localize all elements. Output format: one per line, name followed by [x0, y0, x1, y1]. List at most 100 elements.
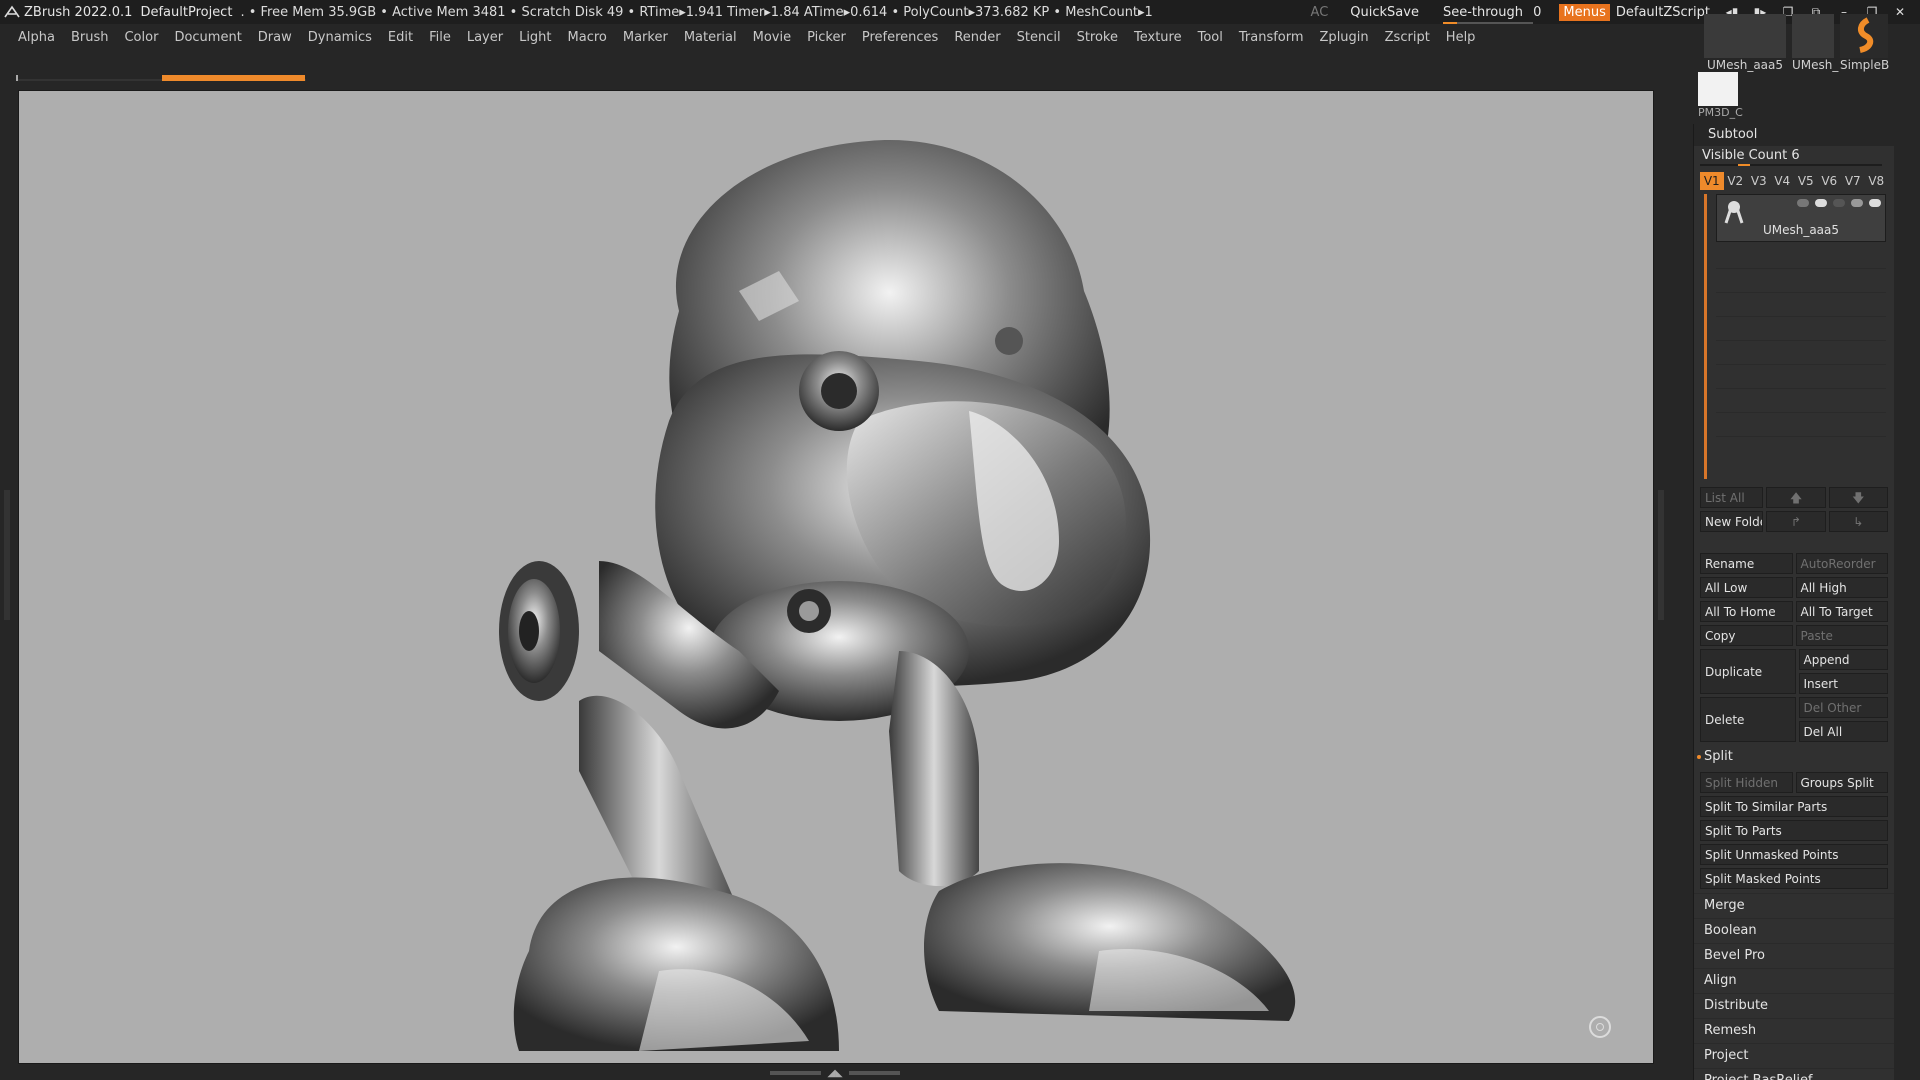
- brush-icon[interactable]: [1851, 199, 1863, 207]
- menu-zscript[interactable]: Zscript: [1385, 30, 1430, 45]
- groups-split-button[interactable]: Groups Split: [1795, 772, 1888, 793]
- menu-draw[interactable]: Draw: [258, 30, 292, 45]
- tool-thumb-umesh[interactable]: UMesh_: [1792, 14, 1838, 72]
- split-hidden-button[interactable]: Split Hidden: [1700, 772, 1793, 793]
- quicksave-button[interactable]: QuickSave: [1350, 5, 1419, 20]
- menu-preferences[interactable]: Preferences: [862, 30, 938, 45]
- rename-button[interactable]: Rename: [1700, 553, 1793, 574]
- move-up-icon[interactable]: 🡅: [1766, 487, 1826, 508]
- del-other-button[interactable]: Del Other: [1798, 697, 1888, 718]
- version-tab-v4[interactable]: V4: [1771, 172, 1795, 190]
- simplebrush-icon: [1840, 14, 1888, 58]
- del-all-button[interactable]: Del All: [1798, 721, 1888, 742]
- menu-brush[interactable]: Brush: [71, 30, 109, 45]
- tray-arrows-icon: ◢◣: [827, 1067, 843, 1079]
- menu-help[interactable]: Help: [1446, 30, 1476, 45]
- split-similar-parts-button[interactable]: Split To Similar Parts: [1700, 796, 1888, 817]
- menu-stroke[interactable]: Stroke: [1077, 30, 1118, 45]
- bottom-tray-handle[interactable]: ◢◣: [770, 1067, 901, 1079]
- all-high-button[interactable]: All High: [1795, 577, 1888, 598]
- version-tab-v8[interactable]: V8: [1865, 172, 1889, 190]
- menu-color[interactable]: Color: [124, 30, 158, 45]
- menu-zplugin[interactable]: Zplugin: [1320, 30, 1369, 45]
- menu-dynamics[interactable]: Dynamics: [308, 30, 372, 45]
- all-low-button[interactable]: All Low: [1700, 577, 1793, 598]
- insert-button[interactable]: Insert: [1798, 673, 1888, 694]
- tool-thumb-simplebrush[interactable]: SimpleB: [1840, 14, 1889, 72]
- version-tab-v3[interactable]: V3: [1747, 172, 1771, 190]
- version-tab-v7[interactable]: V7: [1841, 172, 1865, 190]
- see-through-slider[interactable]: See-through 0: [1442, 5, 1541, 24]
- section-merge[interactable]: Merge: [1694, 893, 1894, 918]
- menu-movie[interactable]: Movie: [753, 30, 791, 45]
- ac-toggle[interactable]: AC: [1311, 5, 1329, 20]
- polypaint-toggle-icon[interactable]: [1797, 199, 1809, 207]
- section-remesh[interactable]: Remesh: [1694, 1018, 1894, 1043]
- menu-edit[interactable]: Edit: [388, 30, 413, 45]
- subtool-scrollbar[interactable]: [1704, 194, 1707, 479]
- right-tray-toggle[interactable]: [1658, 490, 1664, 620]
- section-distribute[interactable]: Distribute: [1694, 993, 1894, 1018]
- subtool-header[interactable]: Subtool: [1694, 124, 1894, 146]
- navigation-ring-icon[interactable]: [1589, 1016, 1611, 1038]
- visibility-toggle-icon[interactable]: [1815, 199, 1827, 207]
- menu-document[interactable]: Document: [174, 30, 241, 45]
- all-to-home-button[interactable]: All To Home: [1700, 601, 1793, 622]
- section-boolean[interactable]: Boolean: [1694, 918, 1894, 943]
- menu-picker[interactable]: Picker: [807, 30, 846, 45]
- robot-thumbnail-icon: [1704, 14, 1786, 58]
- eye-icon[interactable]: [1869, 199, 1881, 207]
- append-button[interactable]: Append: [1798, 649, 1888, 670]
- split-masked-button[interactable]: Split Masked Points: [1700, 868, 1888, 889]
- pm3d-thumbnail-icon: [1698, 72, 1738, 106]
- section-project-basrelief[interactable]: Project BasRelief: [1694, 1068, 1894, 1080]
- robot-small-thumbnail-icon: [1792, 14, 1834, 58]
- menu-texture[interactable]: Texture: [1134, 30, 1182, 45]
- arrow-down-right-icon[interactable]: ↳: [1828, 511, 1888, 532]
- autoreorder-button[interactable]: AutoReorder: [1795, 553, 1888, 574]
- tool-thumb-pm3d[interactable]: PM3D_C: [1698, 72, 1743, 119]
- menu-marker[interactable]: Marker: [623, 30, 668, 45]
- visible-count-slider[interactable]: Visible Count 6: [1694, 146, 1894, 166]
- section-bevel-pro[interactable]: Bevel Pro: [1694, 943, 1894, 968]
- subtool-item[interactable]: UMesh_aaa5: [1716, 194, 1886, 242]
- menu-material[interactable]: Material: [684, 30, 737, 45]
- copy-button[interactable]: Copy: [1700, 625, 1793, 646]
- paste-button[interactable]: Paste: [1795, 625, 1888, 646]
- version-tab-v1[interactable]: V1: [1700, 172, 1724, 190]
- active-document-tab[interactable]: [162, 75, 305, 81]
- version-tab-v2[interactable]: V2: [1724, 172, 1748, 190]
- list-all-button[interactable]: List All: [1700, 487, 1764, 508]
- menu-stencil[interactable]: Stencil: [1017, 30, 1061, 45]
- section-align[interactable]: Align: [1694, 968, 1894, 993]
- split-section-header[interactable]: Split: [1694, 745, 1894, 769]
- menu-transform[interactable]: Transform: [1239, 30, 1304, 45]
- section-project[interactable]: Project: [1694, 1043, 1894, 1068]
- new-folder-button[interactable]: New Folder: [1700, 511, 1764, 532]
- menus-toggle[interactable]: Menus: [1559, 3, 1610, 21]
- all-to-target-button[interactable]: All To Target: [1795, 601, 1888, 622]
- menu-file[interactable]: File: [429, 30, 451, 45]
- menu-macro[interactable]: Macro: [568, 30, 607, 45]
- tool-thumb-umesh-aaa5[interactable]: UMesh_aaa5: [1704, 14, 1786, 72]
- split-unmasked-button[interactable]: Split Unmasked Points: [1700, 844, 1888, 865]
- subtool-controls: [1797, 199, 1881, 207]
- subtool-name: UMesh_aaa5: [1762, 223, 1840, 237]
- solo-toggle-icon[interactable]: [1833, 199, 1845, 207]
- tab-marker: [16, 75, 18, 81]
- arrow-up-right-icon[interactable]: ↱: [1766, 511, 1826, 532]
- menu-alpha[interactable]: Alpha: [18, 30, 55, 45]
- menu-render[interactable]: Render: [954, 30, 1000, 45]
- version-tab-v5[interactable]: V5: [1794, 172, 1818, 190]
- viewport-canvas[interactable]: [18, 90, 1654, 1064]
- menu-layer[interactable]: Layer: [467, 30, 503, 45]
- version-tab-v6[interactable]: V6: [1818, 172, 1842, 190]
- left-tray-toggle[interactable]: [4, 490, 10, 620]
- app-version: ZBrush 2022.0.1: [24, 4, 133, 20]
- duplicate-button[interactable]: Duplicate: [1700, 649, 1796, 694]
- delete-button[interactable]: Delete: [1700, 697, 1796, 742]
- menu-light[interactable]: Light: [519, 30, 551, 45]
- split-to-parts-button[interactable]: Split To Parts: [1700, 820, 1888, 841]
- menu-tool[interactable]: Tool: [1198, 30, 1223, 45]
- move-down-icon[interactable]: 🡇: [1828, 487, 1888, 508]
